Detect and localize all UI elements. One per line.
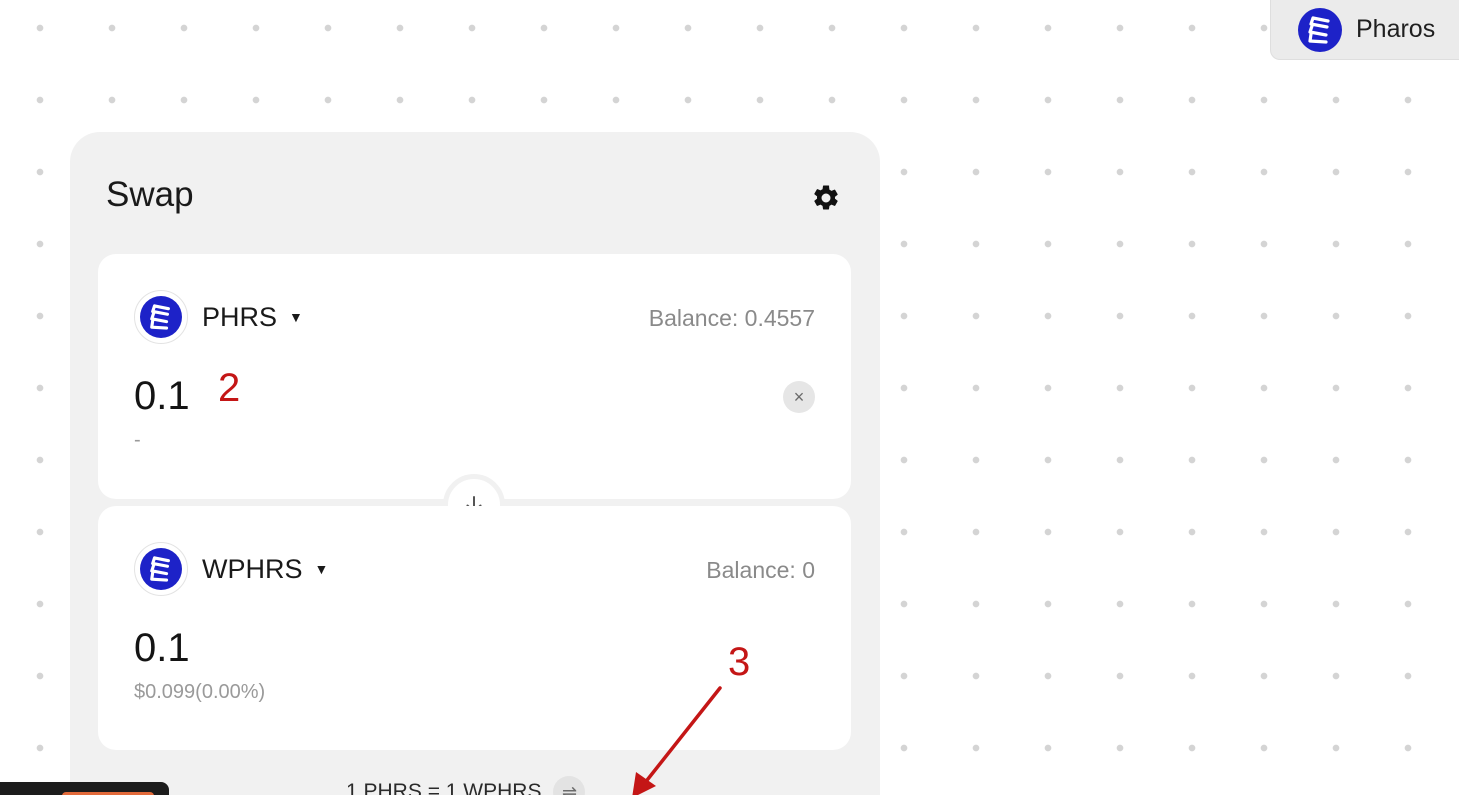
from-token-symbol: PHRS [202, 301, 278, 332]
to-amount: 0.1 [134, 626, 190, 670]
caret-down-icon: ▼ [314, 561, 329, 577]
from-usd-value: - [134, 429, 141, 451]
to-token-selector[interactable]: WPHRS ▼ [134, 542, 328, 596]
clear-amount-button[interactable]: × [783, 381, 815, 413]
caret-down-icon: ▼ [289, 309, 303, 325]
to-usd-value: $0.099(0.00%) [134, 681, 266, 703]
to-token-symbol: WPHRS [202, 553, 303, 584]
pharos-logo-icon [1298, 7, 1342, 52]
wphrs-token-icon [140, 548, 182, 590]
gear-icon [814, 185, 838, 210]
network-selector[interactable]: Pharos [1270, 0, 1459, 60]
from-token-panel: PHRS ▼ Balance: 0.4557 0.1 - × [98, 254, 851, 499]
settings-button[interactable] [810, 182, 842, 214]
from-balance: Balance: 0.4557 [648, 305, 815, 331]
to-token-panel: WPHRS ▼ Balance: 0 0.1 $0.099(0.00%) [98, 506, 851, 750]
phrs-token-icon [140, 296, 182, 338]
swap-arrows-icon[interactable]: ⇌ [553, 776, 586, 795]
swap-title: Swap [106, 175, 194, 214]
close-icon: × [793, 386, 805, 407]
network-label: Pharos [1356, 15, 1436, 43]
bottom-toolbar [0, 782, 169, 795]
annotation-step-3: 3 [728, 640, 751, 684]
exchange-rate: 1 PHRS = 1 WPHRS ⇌ [346, 776, 586, 795]
from-amount-input[interactable]: 0.1 [134, 374, 190, 419]
annotation-step-2: 2 [218, 366, 241, 410]
from-token-selector[interactable]: PHRS ▼ [134, 290, 303, 344]
swap-card: Swap PHRS ▼ Balance: 0.4557 0.1 - × WPHR… [70, 132, 880, 795]
to-balance: Balance: 0 [706, 557, 815, 583]
exchange-rate-text: 1 PHRS = 1 WPHRS [346, 780, 542, 795]
